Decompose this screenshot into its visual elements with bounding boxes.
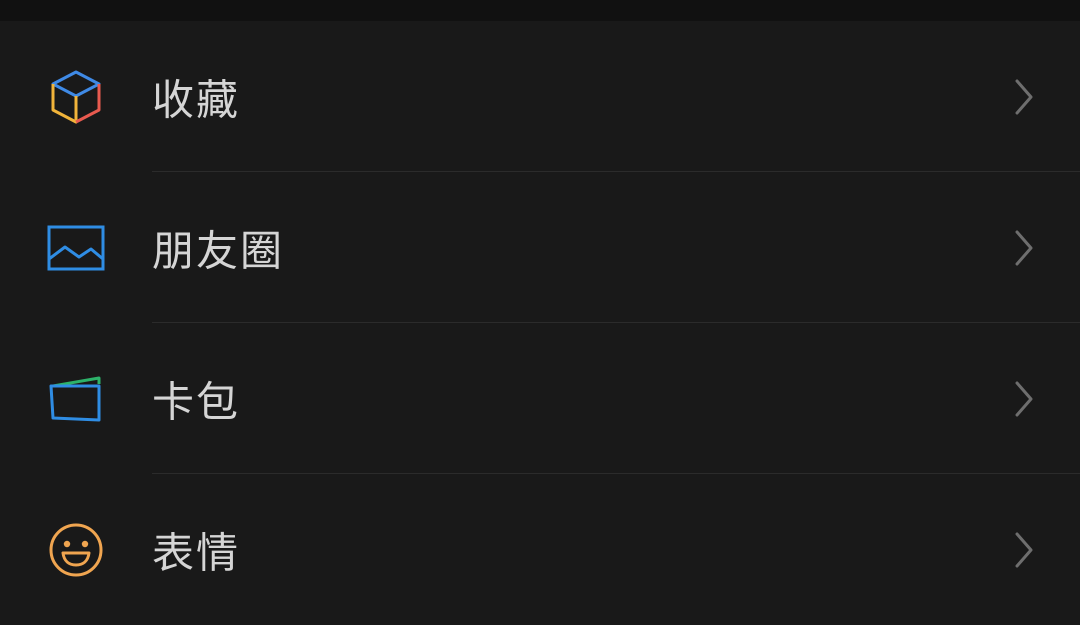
menu-item-favorites[interactable]: 收藏 (0, 21, 1080, 172)
chevron-right-icon (1012, 77, 1036, 117)
chevron-right-icon (1012, 228, 1036, 268)
menu-item-card-wallet[interactable]: 卡包 (0, 323, 1080, 474)
card-wallet-icon (46, 369, 106, 429)
favorites-cube-icon (46, 67, 106, 127)
menu-item-label: 卡包 (152, 377, 241, 426)
top-bar (0, 0, 1080, 21)
menu-item-stickers[interactable]: 表情 (0, 474, 1080, 625)
menu-item-label: 表情 (152, 528, 241, 577)
sticker-smiley-icon (46, 520, 106, 580)
menu-item-label: 收藏 (152, 75, 241, 124)
chevron-right-icon (1012, 530, 1036, 570)
chevron-right-icon (1012, 379, 1036, 419)
menu-item-label: 朋友圈 (152, 226, 285, 275)
menu-item-moments[interactable]: 朋友圈 (0, 172, 1080, 323)
discover-menu-list: 收藏 朋友圈 卡包 表情 (0, 21, 1080, 625)
moments-image-icon (46, 218, 106, 278)
